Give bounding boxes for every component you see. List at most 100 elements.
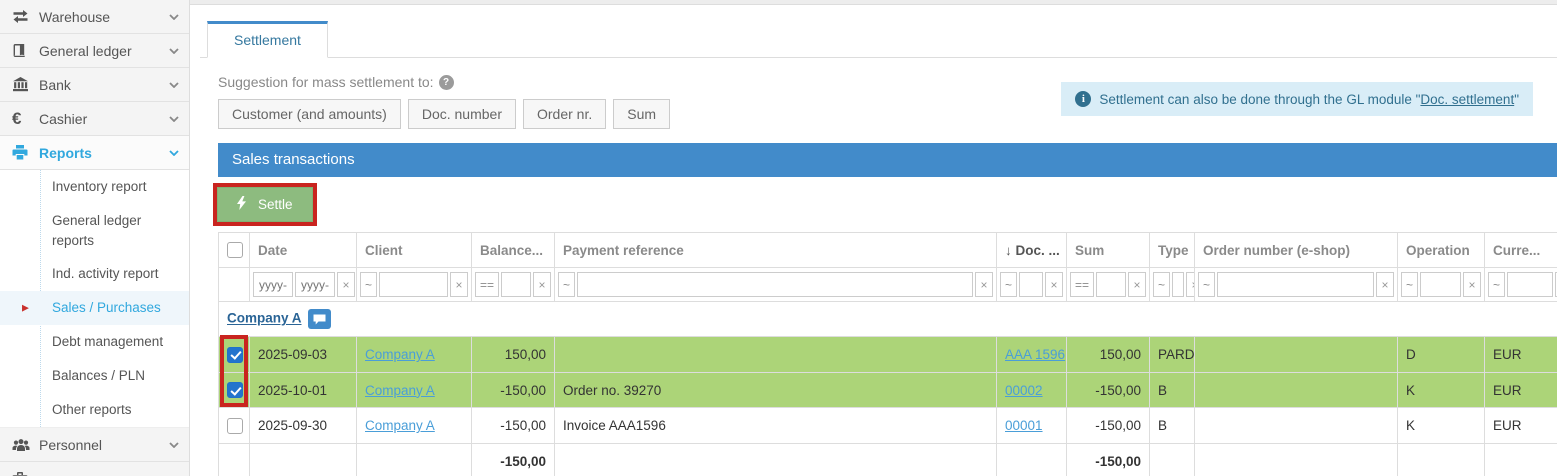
cell-sum: 150,00	[1067, 337, 1150, 372]
table-row[interactable]: 2025-09-30 Company A -150,00 Invoice AAA…	[219, 408, 1557, 443]
info-icon: i	[1075, 91, 1091, 107]
operation-filter-input[interactable]	[1420, 272, 1461, 297]
sidebar-item-general-ledger-reports[interactable]: General ledger reports	[0, 204, 189, 257]
sidebar-item-reports[interactable]: Reports	[0, 136, 189, 170]
filter-operator[interactable]: ==	[475, 272, 499, 297]
comment-bubble-icon[interactable]	[308, 309, 331, 329]
row-checkbox[interactable]	[227, 347, 243, 363]
col-payment-reference[interactable]: Payment reference	[555, 233, 997, 268]
filter-empty-cell	[219, 268, 250, 302]
settle-button[interactable]: Settle	[217, 187, 313, 222]
company-group-link[interactable]: Company A	[227, 311, 302, 326]
row-checkbox[interactable]	[227, 418, 243, 434]
col-sum[interactable]: Sum	[1067, 233, 1150, 268]
sidebar-item-partial[interactable]	[0, 462, 189, 476]
balance-filter-input[interactable]	[501, 272, 531, 297]
col-currency[interactable]: Curre...	[1485, 233, 1557, 268]
filter-operator[interactable]: ~	[1401, 272, 1418, 297]
totals-empty	[250, 443, 357, 476]
filter-operator[interactable]: ==	[1070, 272, 1094, 297]
currency-filter-input[interactable]	[1507, 272, 1553, 297]
sidebar-item-inventory-report[interactable]: Inventory report	[0, 170, 189, 204]
sidebar-item-warehouse[interactable]: Warehouse	[0, 0, 189, 34]
sum-button[interactable]: Sum	[613, 99, 670, 129]
panel-title: Sales transactions	[218, 143, 1557, 177]
sum-filter-input[interactable]	[1096, 272, 1126, 297]
doc-filter-input[interactable]	[1019, 272, 1043, 297]
doc-link[interactable]: AAA 1596	[1005, 347, 1065, 362]
customer-and-amounts-button[interactable]: Customer (and amounts)	[218, 99, 401, 129]
sidebar-item-debt-management[interactable]: Debt management	[0, 325, 189, 359]
cell-operation: D	[1398, 337, 1485, 372]
sidebar-item-ind-activity-report[interactable]: Ind. activity report	[0, 257, 189, 291]
help-icon[interactable]: ?	[439, 75, 454, 90]
tab-settlement[interactable]: Settlement	[207, 21, 328, 58]
euro-icon: €	[12, 110, 39, 127]
row-select-cell	[219, 337, 250, 372]
filter-operator[interactable]: ~	[1153, 272, 1170, 297]
row-checkbox[interactable]	[227, 382, 243, 398]
filter-operator[interactable]: ~	[1198, 272, 1215, 297]
client-link[interactable]: Company A	[365, 347, 435, 362]
sidebar-item-personnel[interactable]: Personnel	[0, 428, 189, 462]
sidebar-item-balances-pln[interactable]: Balances / PLN	[0, 359, 189, 393]
sidebar-item-label: Bank	[39, 77, 169, 93]
totals-empty	[1195, 443, 1398, 476]
client-filter-input[interactable]	[379, 272, 448, 297]
clear-filter-icon[interactable]: ×	[1045, 272, 1063, 297]
clear-filter-icon[interactable]: ×	[1376, 272, 1394, 297]
sidebar-item-sales-purchases[interactable]: ▶ Sales / Purchases	[0, 291, 189, 325]
sub-item-label: Ind. activity report	[52, 264, 159, 284]
filter-operator[interactable]: ~	[558, 272, 575, 297]
cell-currency: EUR	[1485, 372, 1557, 407]
client-link[interactable]: Company A	[365, 418, 435, 433]
clear-filter-icon[interactable]: ×	[1463, 272, 1481, 297]
filter-operator[interactable]: ~	[1000, 272, 1017, 297]
doc-number-button[interactable]: Doc. number	[408, 99, 516, 129]
col-client[interactable]: Client	[357, 233, 472, 268]
doc-settlement-link[interactable]: Doc. settlement	[1420, 92, 1514, 107]
date-to-filter-input[interactable]	[295, 272, 335, 297]
people-icon	[12, 438, 39, 452]
cell-order-number	[1195, 408, 1398, 443]
type-filter-input[interactable]	[1172, 272, 1184, 297]
totals-sum: -150,00	[1067, 443, 1150, 476]
filter-operation-cell: ~ ×	[1398, 268, 1485, 302]
filter-payment-reference-cell: ~ ×	[555, 268, 997, 302]
sidebar-item-cashier[interactable]: € Cashier	[0, 102, 189, 136]
col-balance[interactable]: Balance...	[472, 233, 555, 268]
filter-operator[interactable]: ~	[360, 272, 377, 297]
sidebar-item-other-reports[interactable]: Other reports	[0, 393, 189, 427]
table-row[interactable]: 2025-09-03 Company A 150,00 AAA 1596 150…	[219, 337, 1557, 372]
clear-filter-icon[interactable]: ×	[337, 272, 355, 297]
sidebar-item-bank[interactable]: Bank	[0, 68, 189, 102]
table-row[interactable]: 2025-10-01 Company A -150,00 Order no. 3…	[219, 372, 1557, 407]
order-number-filter-input[interactable]	[1217, 272, 1374, 297]
order-nr-button[interactable]: Order nr.	[523, 99, 606, 129]
clear-filter-icon[interactable]: ×	[1186, 272, 1194, 297]
clear-filter-icon[interactable]: ×	[975, 272, 993, 297]
col-date[interactable]: Date	[250, 233, 357, 268]
client-link[interactable]: Company A	[365, 383, 435, 398]
clear-filter-icon[interactable]: ×	[533, 272, 551, 297]
transactions-table: Date Client Balance... Payment reference…	[218, 232, 1557, 476]
totals-empty	[357, 443, 472, 476]
info-banner: i Settlement can also be done through th…	[1061, 82, 1533, 116]
mass-settlement-suggestion: Suggestion for mass settlement to: ? Cus…	[218, 74, 670, 129]
col-type[interactable]: Type	[1150, 233, 1195, 268]
date-from-filter-input[interactable]	[253, 272, 293, 297]
col-operation[interactable]: Operation	[1398, 233, 1485, 268]
payment-reference-filter-input[interactable]	[577, 272, 973, 297]
header-row: Date Client Balance... Payment reference…	[219, 233, 1557, 268]
sidebar-item-general-ledger[interactable]: General ledger	[0, 34, 189, 68]
cell-date: 2025-09-30	[250, 408, 357, 443]
filter-operator[interactable]: ~	[1488, 272, 1505, 297]
sub-item-label: Debt management	[52, 332, 163, 352]
col-order-number[interactable]: Order number (e-shop)	[1195, 233, 1398, 268]
col-doc[interactable]: ↓ Doc. ...	[997, 233, 1067, 268]
clear-filter-icon[interactable]: ×	[1128, 272, 1146, 297]
clear-filter-icon[interactable]: ×	[450, 272, 468, 297]
doc-link[interactable]: 00002	[1005, 383, 1043, 398]
doc-link[interactable]: 00001	[1005, 418, 1043, 433]
select-all-checkbox[interactable]	[227, 242, 243, 258]
